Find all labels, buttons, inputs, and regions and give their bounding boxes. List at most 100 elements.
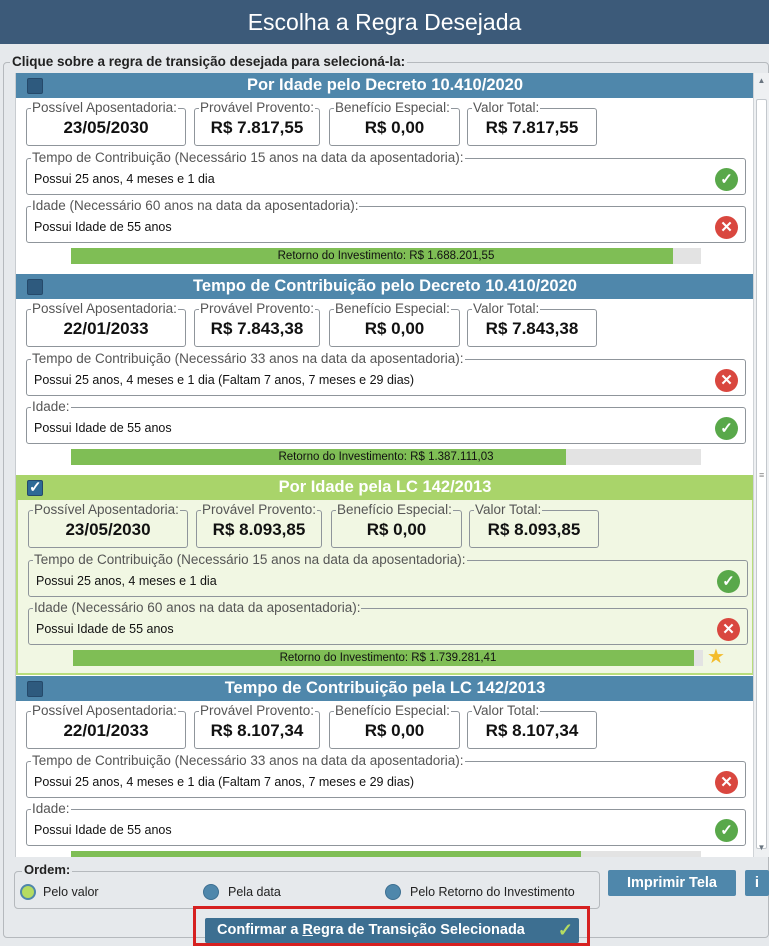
rule-checkbox[interactable]: [27, 279, 43, 295]
beneficio-especial-value: R$ 0,00: [366, 520, 427, 539]
provavel-provento-field: Provável Provento: R$ 7.843,38: [194, 301, 320, 347]
rule-body[interactable]: Possível Aposentadoria: 23/05/2030 Prová…: [16, 98, 753, 273]
idade-field: Idade: Possui Idade de 55 anos ✓: [26, 399, 746, 444]
idade-label: Idade:: [31, 399, 71, 414]
cross-icon: ✕: [717, 618, 740, 641]
valor-total-value: R$ 7.817,55: [485, 118, 579, 137]
info-button[interactable]: i: [745, 870, 769, 896]
tempo-contribuicao-text: Possui 25 anos, 4 meses e 1 dia (Faltam …: [34, 775, 415, 789]
tempo-contribuicao-label: Tempo de Contribuição (Necessário 33 ano…: [31, 351, 465, 366]
possivel-aposentadoria-field: Possível Aposentadoria: 22/01/2033: [26, 301, 186, 347]
valor-total-value: R$ 8.093,85: [487, 520, 581, 539]
provavel-provento-label: Provável Provento:: [201, 502, 318, 517]
radio-pelo-valor[interactable]: [20, 884, 36, 900]
provavel-provento-field: Provável Provento: R$ 8.107,34: [194, 703, 320, 749]
beneficio-especial-value: R$ 0,00: [364, 319, 425, 338]
beneficio-especial-field: Benefício Especial: R$ 0,00: [329, 703, 460, 749]
rule-body[interactable]: Possível Aposentadoria: 22/01/2033 Prová…: [16, 299, 753, 474]
possivel-aposentadoria-field: Possível Aposentadoria: 22/01/2033: [26, 703, 186, 749]
beneficio-especial-field: Benefício Especial: R$ 0,00: [331, 502, 462, 548]
provavel-provento-value: R$ 7.817,55: [210, 118, 304, 137]
tempo-contribuicao-text: Possui 25 anos, 4 meses e 1 dia: [34, 172, 215, 186]
confirm-label-accel: R: [302, 922, 313, 938]
possivel-aposentadoria-label: Possível Aposentadoria:: [33, 502, 180, 517]
radio-pela-data[interactable]: [203, 884, 219, 900]
confirm-highlight: Confirmar a Regra de Transição Seleciona…: [193, 906, 590, 946]
rule-body[interactable]: Possível Aposentadoria: 23/05/2030 Prová…: [16, 500, 753, 675]
retorno-progress-bar: Retorno do Investimento: R$ 1.739.281,41: [73, 650, 703, 666]
idade-field: Idade (Necessário 60 anos na data da apo…: [28, 600, 748, 645]
beneficio-especial-field: Benefício Especial: R$ 0,00: [329, 100, 460, 146]
ordem-label: Ordem:: [22, 862, 73, 877]
cross-icon: ✕: [715, 771, 738, 794]
possivel-aposentadoria-field: Possível Aposentadoria: 23/05/2030: [28, 502, 188, 548]
rule-header[interactable]: ✓ Por Idade pela LC 142/2013: [16, 475, 753, 500]
rule-header[interactable]: Tempo de Contribuição pela LC 142/2013: [16, 676, 753, 701]
rule-checkbox[interactable]: [27, 681, 43, 697]
beneficio-especial-label: Benefício Especial:: [336, 502, 453, 517]
rule-checkbox[interactable]: ✓: [27, 479, 43, 496]
provavel-provento-field: Provável Provento: R$ 8.093,85: [196, 502, 322, 548]
rule-card[interactable]: Por Idade pelo Decreto 10.410/2020 Possí…: [16, 73, 753, 274]
provavel-provento-label: Provável Provento:: [199, 703, 316, 718]
retorno-text: Retorno do Investimento: R$ 1.739.281,41: [279, 652, 497, 664]
idade-text: Possui Idade de 55 anos: [34, 823, 172, 837]
tempo-contribuicao-field: Tempo de Contribuição (Necessário 15 ano…: [26, 150, 746, 195]
possivel-aposentadoria-field: Possível Aposentadoria: 23/05/2030: [26, 100, 186, 146]
check-icon: ✓: [715, 417, 738, 440]
scroll-down-icon[interactable]: ▼: [754, 840, 769, 856]
tempo-contribuicao-field: Tempo de Contribuição (Necessário 33 ano…: [26, 351, 746, 396]
retorno-progress-bar: Retorno do Investimento: R$ 1.688.201,55: [71, 248, 701, 264]
rule-header[interactable]: Tempo de Contribuição pelo Decreto 10.41…: [16, 274, 753, 299]
retorno-progress-bar: [71, 851, 701, 857]
idade-text: Possui Idade de 55 anos: [36, 622, 174, 636]
rule-card[interactable]: Tempo de Contribuição pela LC 142/2013 P…: [16, 676, 753, 857]
provavel-provento-label: Provável Provento:: [199, 301, 316, 316]
retorno-progress-fill: [71, 851, 582, 857]
vertical-scrollbar[interactable]: ▲ ≡ ▼: [753, 73, 769, 857]
valor-total-label: Valor Total:: [472, 301, 541, 316]
idade-label: Idade (Necessário 60 anos na data da apo…: [31, 198, 360, 213]
cross-icon: ✕: [715, 216, 738, 239]
check-icon: ✓: [717, 570, 740, 593]
tempo-contribuicao-text: Possui 25 anos, 4 meses e 1 dia: [36, 574, 217, 588]
radio-label-pelo-valor: Pelo valor: [43, 885, 99, 899]
valor-total-value: R$ 8.107,34: [485, 721, 579, 740]
radio-label-pela-data: Pela data: [228, 885, 281, 899]
tempo-contribuicao-label: Tempo de Contribuição (Necessário 33 ano…: [31, 753, 465, 768]
scroll-up-icon[interactable]: ▲: [754, 73, 769, 89]
provavel-provento-label: Provável Provento:: [199, 100, 316, 115]
rule-card[interactable]: Tempo de Contribuição pelo Decreto 10.41…: [16, 274, 753, 475]
idade-field: Idade (Necessário 60 anos na data da apo…: [26, 198, 746, 243]
possivel-aposentadoria-label: Possível Aposentadoria:: [31, 703, 178, 718]
possivel-aposentadoria-label: Possível Aposentadoria:: [31, 100, 178, 115]
rule-body[interactable]: Possível Aposentadoria: 22/01/2033 Prová…: [16, 701, 753, 857]
valor-total-label: Valor Total:: [472, 100, 541, 115]
rule-title: Por Idade pelo Decreto 10.410/2020: [246, 76, 524, 94]
beneficio-especial-value: R$ 0,00: [364, 118, 425, 137]
scrollbar-thumb[interactable]: ≡: [756, 99, 767, 849]
rule-card[interactable]: ✓ Por Idade pela LC 142/2013 Possível Ap…: [16, 475, 753, 676]
confirm-label-pre: Confirmar a: [217, 922, 303, 938]
confirm-button[interactable]: Confirmar a Regra de Transição Seleciona…: [205, 918, 579, 943]
window-title: Escolha a Regra Desejada: [0, 0, 769, 44]
check-icon: ✓: [557, 920, 573, 940]
rule-checkbox[interactable]: [27, 78, 43, 94]
possivel-aposentadoria-value: 22/01/2033: [63, 721, 149, 740]
radio-pelo-retorno[interactable]: [385, 884, 401, 900]
retorno-text: Retorno do Investimento: R$ 1.387.111,03: [278, 451, 494, 463]
instruction-text: Clique sobre a regra de transição deseja…: [10, 54, 408, 69]
beneficio-especial-label: Benefício Especial:: [334, 301, 451, 316]
provavel-provento-value: R$ 8.093,85: [212, 520, 306, 539]
rule-header[interactable]: Por Idade pelo Decreto 10.410/2020: [16, 73, 753, 98]
checkmark-icon: ✓: [29, 479, 42, 496]
check-icon: ✓: [715, 819, 738, 842]
rules-list[interactable]: Por Idade pelo Decreto 10.410/2020 Possí…: [15, 73, 753, 857]
beneficio-especial-label: Benefício Especial:: [334, 100, 451, 115]
print-button[interactable]: Imprimir Tela: [608, 870, 736, 896]
check-icon: ✓: [715, 168, 738, 191]
tempo-contribuicao-label: Tempo de Contribuição (Necessário 15 ano…: [31, 150, 465, 165]
idade-label: Idade (Necessário 60 anos na data da apo…: [33, 600, 362, 615]
rule-title: Por Idade pela LC 142/2013: [278, 478, 492, 496]
valor-total-field: Valor Total: R$ 8.107,34: [467, 703, 597, 749]
